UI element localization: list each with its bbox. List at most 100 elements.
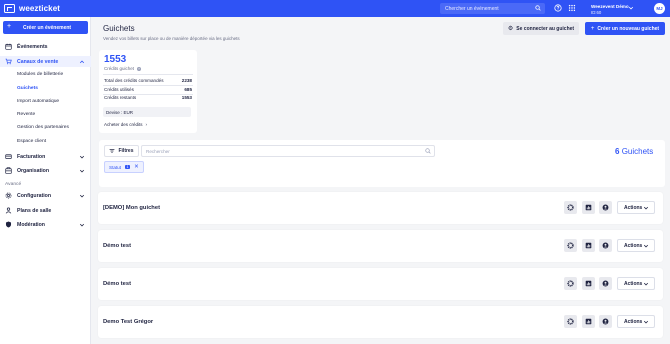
currency-box: Devise : EUR bbox=[103, 107, 191, 117]
gear-icon bbox=[5, 192, 12, 199]
chip-label: Statut bbox=[109, 164, 122, 170]
actions-label: Actions bbox=[624, 318, 643, 325]
chart-icon bbox=[585, 318, 592, 325]
gear-icon bbox=[567, 204, 574, 211]
credits-row-remaining: Crédits restants 1553 bbox=[104, 95, 192, 100]
sidebar-item-sales-channels[interactable]: Canaux de vente bbox=[0, 56, 91, 67]
sidebar-subitem-customer-space[interactable]: Espace client bbox=[17, 139, 46, 144]
settings-button[interactable] bbox=[564, 277, 577, 290]
stats-button[interactable] bbox=[582, 277, 595, 290]
connect-guichet-button[interactable]: ⚙ Se connecter au guichet bbox=[503, 22, 579, 35]
sidebar-subitem-guichets[interactable]: Guichets bbox=[17, 86, 38, 91]
close-icon[interactable]: ✕ bbox=[134, 164, 139, 170]
app-logo[interactable]: weezticket bbox=[4, 4, 60, 13]
chart-icon bbox=[585, 242, 592, 249]
settings-button[interactable] bbox=[564, 239, 577, 252]
guichet-search-input[interactable]: Rechercher bbox=[141, 145, 435, 157]
user-circle-icon bbox=[602, 280, 609, 287]
page-title: Guichets bbox=[103, 24, 135, 33]
search-icon bbox=[535, 5, 541, 11]
seat-plan-icon bbox=[5, 207, 12, 214]
sidebar-item-events[interactable]: Événements bbox=[0, 41, 91, 52]
buy-credits-link[interactable]: Acheter des crédits › bbox=[104, 122, 147, 127]
new-guichet-label: Créer un nouveau guichet bbox=[597, 25, 660, 32]
building-icon bbox=[5, 167, 12, 174]
guichet-name[interactable]: Demo Test Grégor bbox=[103, 319, 153, 325]
sidebar-subitem-ticket-modules[interactable]: Modules de billetterie bbox=[17, 72, 63, 77]
stats-button[interactable] bbox=[582, 315, 595, 328]
chevron-down-icon bbox=[79, 223, 85, 226]
credits-remaining-value: 1553 bbox=[104, 54, 127, 65]
user-circle-icon bbox=[602, 242, 609, 249]
credits-row-used: Crédits utilisés 685 bbox=[104, 87, 192, 92]
guichets-count-label: Guichets bbox=[621, 147, 654, 156]
status-filter-chip[interactable]: Statut 1 ✕ bbox=[104, 161, 144, 173]
sidebar-subitem-resale[interactable]: Revente bbox=[17, 112, 35, 117]
user-button[interactable] bbox=[599, 277, 612, 290]
info-icon[interactable]: ? bbox=[137, 66, 142, 71]
guichets-count: 6 Guichets bbox=[615, 147, 653, 156]
sidebar-subitem-auto-import[interactable]: Import automatique bbox=[17, 99, 59, 104]
credits-row-label: Crédits utilisés bbox=[104, 87, 134, 92]
chevron-up-icon bbox=[79, 60, 85, 63]
stats-button[interactable] bbox=[582, 239, 595, 252]
sidebar-item-organisation[interactable]: Organisation bbox=[0, 165, 91, 176]
guichet-name[interactable]: [DEMO] Mon guichet bbox=[103, 205, 160, 211]
guichet-name[interactable]: Démo test bbox=[103, 281, 131, 287]
user-circle-icon bbox=[602, 204, 609, 211]
gear-icon: ⚙ bbox=[507, 26, 514, 32]
settings-button[interactable] bbox=[564, 201, 577, 214]
create-event-label: Créer un événement bbox=[23, 24, 72, 31]
actions-dropdown[interactable]: Actions bbox=[617, 201, 655, 214]
credits-row-value: 1553 bbox=[181, 95, 192, 100]
guichet-name[interactable]: Démo test bbox=[103, 243, 131, 249]
event-search-input[interactable]: Chercher un événement bbox=[440, 3, 545, 14]
settings-button[interactable] bbox=[564, 315, 577, 328]
create-event-button[interactable]: + Créer un événement bbox=[3, 21, 88, 34]
chevron-down-icon bbox=[643, 244, 649, 248]
invoice-icon bbox=[5, 154, 12, 159]
sidebar-item-label: Organisation bbox=[17, 167, 49, 174]
user-button[interactable] bbox=[599, 201, 612, 214]
filters-label: Filtres bbox=[118, 148, 134, 154]
chevron-down-icon bbox=[643, 206, 649, 210]
chart-icon bbox=[585, 280, 592, 287]
apps-grid-icon[interactable] bbox=[568, 4, 576, 12]
sidebar-subitem-partners[interactable]: Gestion des partenaires bbox=[17, 125, 69, 130]
credits-label-text: Crédits guichet bbox=[104, 66, 135, 71]
credits-card: 1553 Crédits guichet ? Total des crédits… bbox=[99, 50, 197, 133]
avatar[interactable]: MJ bbox=[654, 3, 665, 14]
credits-label: Crédits guichet ? bbox=[104, 66, 142, 71]
help-icon[interactable] bbox=[554, 4, 562, 12]
sidebar-item-configuration[interactable]: Configuration bbox=[0, 190, 91, 201]
gear-icon bbox=[567, 280, 574, 287]
actions-dropdown[interactable]: Actions bbox=[617, 239, 655, 252]
filters-button[interactable]: Filtres bbox=[104, 145, 139, 157]
guichet-search-placeholder: Rechercher bbox=[146, 148, 170, 154]
credits-row-total: Total des crédits commandés 2238 bbox=[104, 78, 192, 83]
divider bbox=[103, 84, 193, 86]
sidebar-item-seating-plans[interactable]: Plans de salle bbox=[0, 205, 91, 216]
filter-icon bbox=[110, 149, 115, 153]
buy-credits-label: Acheter des crédits bbox=[104, 122, 143, 127]
sidebar-item-moderation[interactable]: Modération bbox=[0, 219, 91, 230]
sidebar-item-label: Canaux de vente bbox=[17, 58, 59, 65]
sidebar-item-billing[interactable]: Facturation bbox=[0, 151, 91, 162]
account-id: ID:60 bbox=[591, 9, 602, 15]
user-button[interactable] bbox=[599, 315, 612, 328]
guichet-row: [DEMO] Mon guichet Actions bbox=[98, 192, 663, 224]
page-subtitle: Vendez vos billets sur place ou de maniè… bbox=[103, 36, 240, 41]
new-guichet-button[interactable]: + Créer un nouveau guichet bbox=[585, 22, 665, 35]
actions-dropdown[interactable]: Actions bbox=[617, 277, 655, 290]
shield-icon bbox=[5, 221, 12, 228]
plus-icon: + bbox=[7, 23, 12, 30]
sidebar: + Créer un événement Événements Canaux d… bbox=[0, 17, 91, 344]
logo-icon bbox=[4, 4, 15, 13]
chip-count-badge: 1 bbox=[125, 165, 131, 169]
account-switcher[interactable]: Weezevent Démo ID:60 bbox=[588, 2, 638, 15]
user-button[interactable] bbox=[599, 239, 612, 252]
actions-dropdown[interactable]: Actions bbox=[617, 315, 655, 328]
stats-button[interactable] bbox=[582, 201, 595, 214]
top-bar: weezticket Chercher un événement Weezeve… bbox=[0, 0, 670, 17]
guichets-count-number: 6 bbox=[615, 147, 620, 156]
